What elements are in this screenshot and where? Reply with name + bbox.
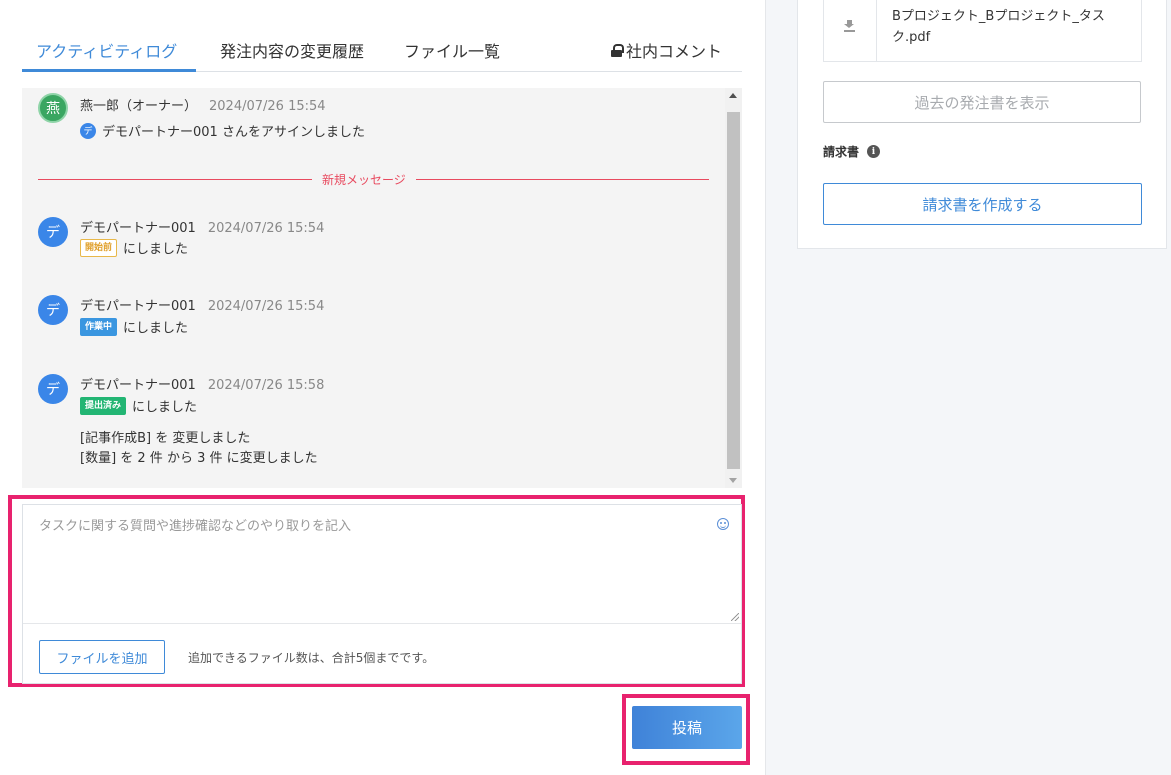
feed-entry: デ デモパートナー001 2024/07/26 15:58 提出済み にしました … — [38, 374, 708, 469]
entry-author: 燕一郎（オーナー） — [80, 99, 198, 114]
file-limit-note: 追加できるファイル数は、合計5個までです。 — [188, 651, 435, 665]
entry-body: 作業中 にしました — [80, 317, 188, 336]
avatar: デ — [38, 374, 68, 404]
status-badge: 開始前 — [80, 238, 118, 257]
resize-handle-icon[interactable] — [731, 613, 739, 621]
create-invoice-button[interactable]: 請求書を作成する — [823, 183, 1142, 225]
entry-author: デモパートナー001 — [80, 299, 196, 314]
new-message-label: 新規メッセージ — [312, 171, 416, 188]
lock-icon — [610, 43, 624, 57]
compose-box: ファイルを追加 追加できるファイル数は、合計5個までです。 — [22, 504, 742, 684]
tab-file-list[interactable]: ファイル一覧 — [404, 38, 500, 62]
feed-entry: デ デモパートナー001 2024/07/26 15:54 作業中 にしました — [38, 295, 708, 340]
entry-body: 提出済み にしました — [80, 396, 197, 415]
invoice-label: 請求書 — [823, 145, 860, 159]
download-cell[interactable] — [824, 0, 877, 61]
entry-text: にしました — [123, 242, 189, 257]
entry-text: デモパートナー001 さんをアサインしました — [102, 125, 365, 140]
avatar: デ — [38, 217, 68, 247]
scroll-down-arrow-icon[interactable] — [729, 478, 737, 483]
entry-time: 2024/07/26 15:54 — [209, 99, 326, 114]
entry-body: デ デモパートナー001 さんをアサインしました — [80, 121, 365, 140]
message-input[interactable] — [23, 505, 741, 624]
download-icon — [844, 20, 855, 30]
entry-change: [記事作成B] を 変更しました — [80, 431, 251, 446]
status-badge: 作業中 — [80, 317, 118, 336]
entry-change: [数量] を 2 件 から 3 件 に変更しました — [80, 451, 318, 466]
info-icon[interactable]: i — [867, 145, 881, 158]
entry-body: 開始前 にしました — [80, 238, 188, 257]
post-button[interactable]: 投稿 — [632, 706, 742, 749]
entry-header: 燕一郎（オーナー） 2024/07/26 15:54 — [80, 95, 326, 114]
attachment-row[interactable]: Bプロジェクト_Bプロジェクト_タスク.pdf — [823, 0, 1142, 62]
invoice-section-title: 請求書 i — [823, 143, 881, 160]
entry-time: 2024/07/26 15:54 — [207, 299, 325, 314]
show-past-orders-button[interactable]: 過去の発注書を表示 — [823, 81, 1141, 123]
entry-text: にしました — [123, 321, 189, 336]
tab-bar: アクティビティログ 発注内容の変更履歴 ファイル一覧 社内コメント — [22, 28, 742, 72]
tab-internal-comment[interactable]: 社内コメント — [610, 38, 722, 62]
entry-author: デモパートナー001 — [80, 378, 196, 393]
feed-scrollbar[interactable] — [725, 88, 742, 488]
feed-entry: 燕 燕一郎（オーナー） 2024/07/26 15:54 デ デモパートナー001… — [38, 93, 708, 140]
activity-panel: アクティビティログ 発注内容の変更履歴 ファイル一覧 社内コメント 燕 燕一郎（… — [0, 0, 766, 775]
download-icon-base — [844, 30, 855, 32]
order-side-card: Bプロジェクト_Bプロジェクト_タスク.pdf 過去の発注書を表示 請求書 i … — [797, 0, 1167, 249]
tab-order-history[interactable]: 発注内容の変更履歴 — [220, 38, 364, 62]
attachment-file-name[interactable]: Bプロジェクト_Bプロジェクト_タスク.pdf — [892, 6, 1132, 48]
avatar: 燕 — [38, 93, 68, 123]
entry-time: 2024/07/26 15:54 — [207, 221, 325, 236]
entry-header: デモパートナー001 2024/07/26 15:54 — [80, 295, 324, 314]
scroll-up-arrow-icon[interactable] — [729, 93, 737, 98]
add-file-button[interactable]: ファイルを追加 — [39, 640, 165, 674]
entry-text: にしました — [132, 400, 198, 415]
avatar: デ — [38, 295, 68, 325]
tab-activity-log[interactable]: アクティビティログ — [36, 38, 177, 62]
tab-internal-comment-label: 社内コメント — [625, 42, 722, 61]
status-badge: 提出済み — [80, 396, 127, 415]
entry-header: デモパートナー001 2024/07/26 15:58 — [80, 374, 324, 393]
entry-author: デモパートナー001 — [80, 221, 196, 236]
active-tab-indicator — [22, 69, 196, 72]
emoji-icon[interactable] — [717, 518, 729, 530]
entry-time: 2024/07/26 15:58 — [207, 378, 325, 393]
scroll-thumb[interactable] — [727, 112, 740, 469]
entry-header: デモパートナー001 2024/07/26 15:54 — [80, 217, 324, 236]
feed-entry: デ デモパートナー001 2024/07/26 15:54 開始前 にしました — [38, 217, 708, 262]
activity-feed[interactable]: 燕 燕一郎（オーナー） 2024/07/26 15:54 デ デモパートナー001… — [22, 88, 742, 488]
mini-avatar: デ — [80, 122, 96, 139]
